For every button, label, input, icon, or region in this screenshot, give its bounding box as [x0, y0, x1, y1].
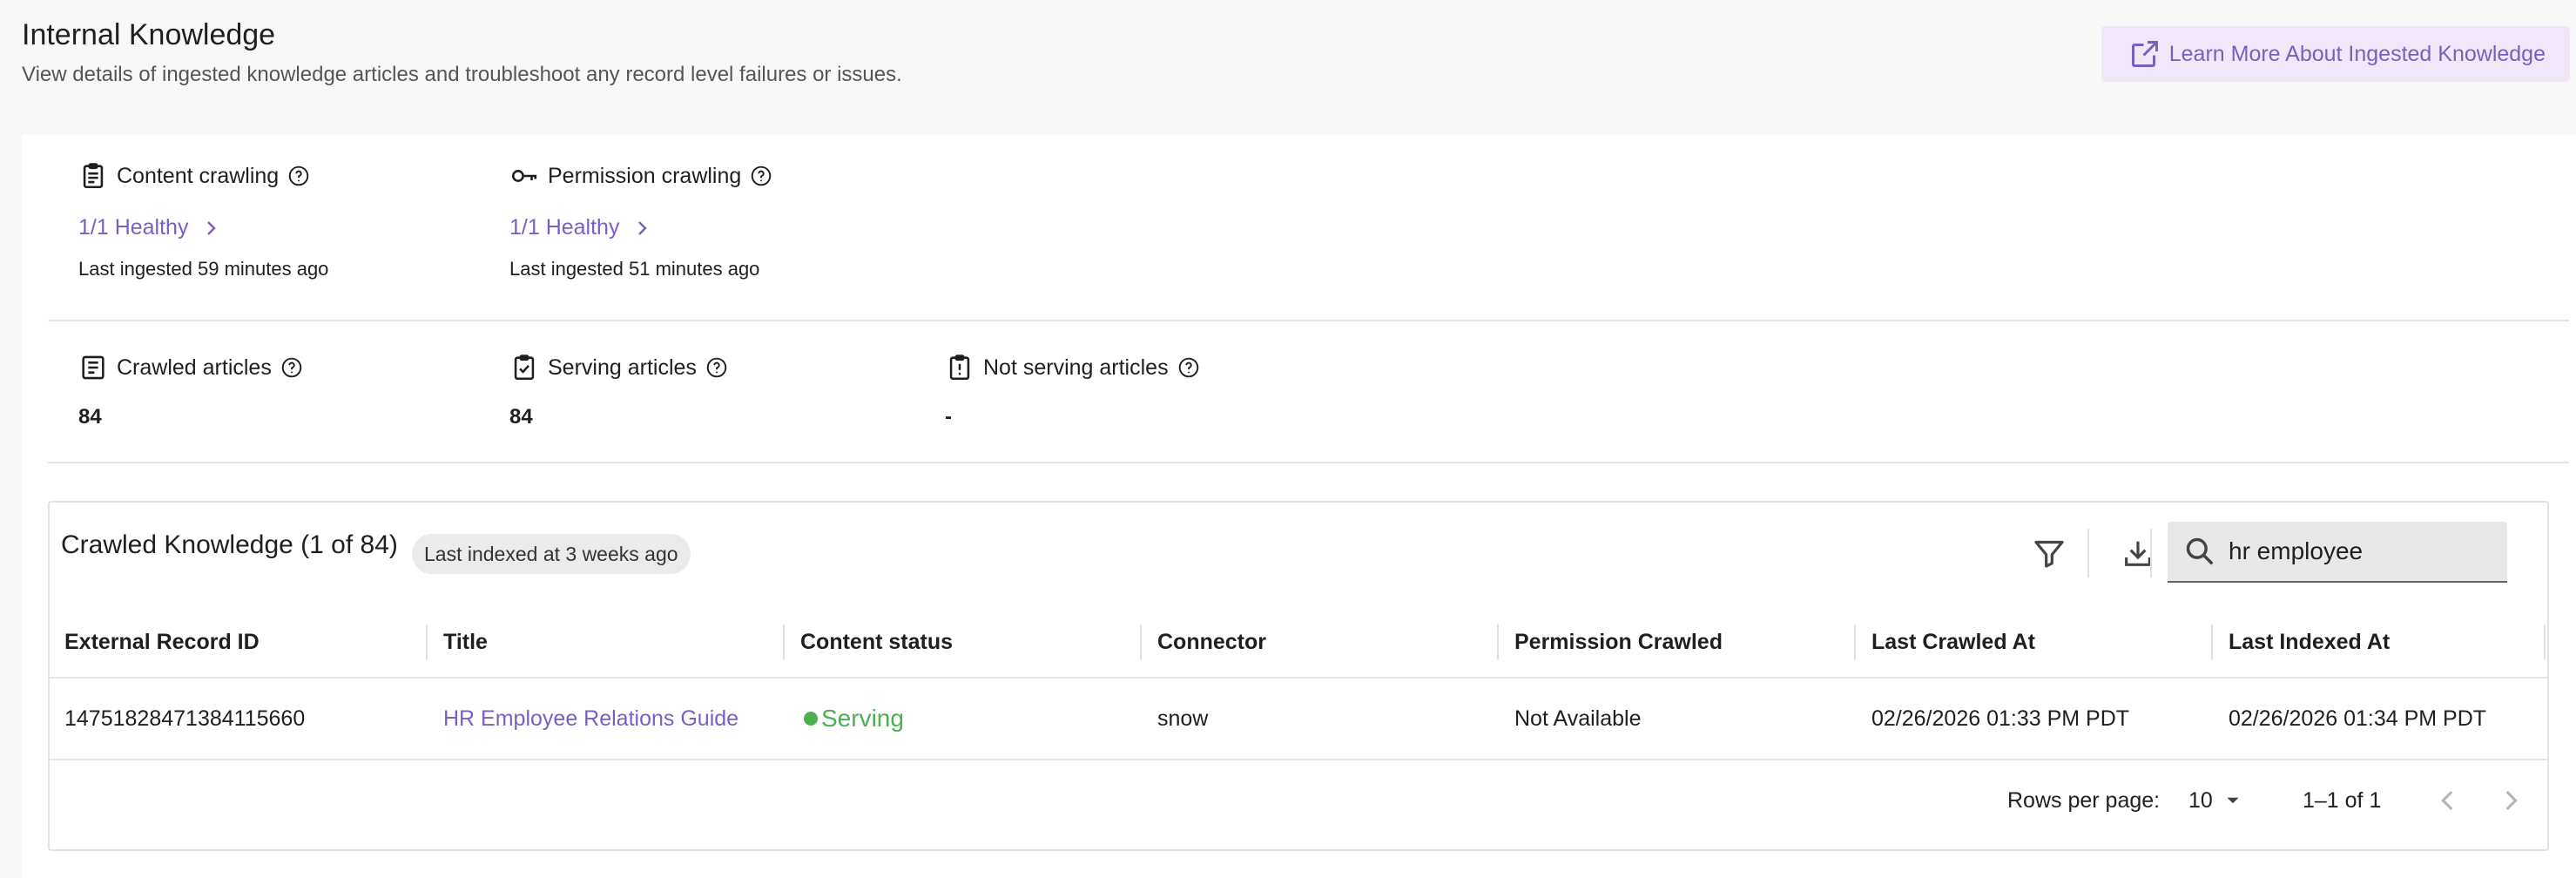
content-status-text: Serving [821, 705, 904, 732]
help-icon[interactable] [705, 356, 728, 379]
next-page-button[interactable] [2492, 781, 2530, 820]
search-icon [2186, 537, 2214, 565]
rows-per-page-value: 10 [2188, 787, 2213, 813]
page-title: Internal Knowledge [22, 18, 276, 51]
table-pagination: Rows per page: 10 1–1 of 1 [50, 760, 2547, 841]
serving-articles-label: Serving articles [548, 355, 697, 380]
content-crawling-label: Content crawling [117, 163, 280, 188]
permission-crawling-status-link[interactable]: 1/1 Healthy [509, 215, 772, 240]
column-resize-handle[interactable] [1140, 625, 1142, 659]
content-last-ingested: Last ingested 59 minutes ago [78, 258, 329, 280]
article-icon [82, 355, 105, 380]
cell-title-link[interactable]: HR Employee Relations Guide [443, 679, 738, 759]
help-icon[interactable] [1177, 356, 1200, 379]
column-header-record-id[interactable]: External Record ID [64, 607, 260, 677]
rows-per-page-select[interactable]: 10 [2188, 760, 2244, 841]
clipboard-alert-icon [949, 355, 970, 381]
summary-card: Content crawling 1/1 Healthy Last ingest… [22, 135, 2576, 878]
crawled-articles-metric: Crawled articles 84 [78, 353, 303, 429]
last-indexed-badge: Last indexed at 3 weeks ago [412, 534, 691, 574]
caret-down-icon [2227, 797, 2239, 804]
column-resize-handle[interactable] [2544, 625, 2546, 659]
column-header-connector[interactable]: Connector [1157, 607, 1266, 677]
filter-icon [2034, 540, 2064, 568]
column-resize-handle[interactable] [1854, 625, 1856, 659]
section-divider [48, 462, 2569, 463]
help-icon[interactable] [287, 165, 310, 187]
learn-more-label: Learn More About Ingested Knowledge [2168, 41, 2546, 66]
serving-articles-count: 84 [509, 405, 533, 429]
column-resize-handle[interactable] [1497, 625, 1499, 659]
help-icon[interactable] [750, 165, 772, 187]
rows-per-page-label: Rows per page: [2007, 787, 2161, 813]
column-resize-handle[interactable] [2211, 625, 2213, 659]
cell-last-crawled: 02/26/2026 01:33 PM PDT [1871, 706, 2130, 731]
cell-connector: snow [1157, 706, 1209, 731]
permission-crawling-metric: Permission crawling 1/1 Healthy Last ing… [509, 161, 772, 280]
help-icon[interactable] [280, 356, 303, 379]
crawled-knowledge-table: Crawled Knowledge (1 of 84) Last indexed… [48, 501, 2549, 851]
column-resize-handle[interactable] [426, 625, 428, 659]
permission-crawling-label: Permission crawling [548, 163, 742, 188]
cell-permission-crawled: Not Available [1514, 706, 1642, 731]
key-icon [511, 170, 537, 182]
column-header-content-status[interactable]: Content status [800, 607, 953, 677]
page-header: Internal Knowledge View details of inges… [22, 16, 902, 89]
chevron-left-icon [2441, 790, 2453, 811]
section-divider [48, 320, 2569, 321]
cell-last-indexed: 02/26/2026 01:34 PM PDT [2229, 706, 2487, 731]
table-row: 14751828471384115660 HR Employee Relatio… [50, 679, 2547, 760]
column-resize-handle[interactable] [783, 625, 785, 659]
column-header-title[interactable]: Title [443, 607, 488, 677]
previous-page-button[interactable] [2429, 781, 2467, 820]
cell-content-status: Serving [804, 679, 904, 759]
cell-record-id: 14751828471384115660 [64, 706, 306, 731]
content-crawling-status: 1/1 Healthy [78, 215, 189, 240]
permission-crawling-status: 1/1 Healthy [509, 215, 620, 240]
not-serving-articles-metric: Not serving articles - [945, 353, 1200, 429]
chevron-right-icon [207, 220, 217, 235]
crawled-articles-count: 84 [78, 405, 102, 429]
crawled-articles-label: Crawled articles [117, 355, 272, 380]
toolbar-separator [2150, 529, 2152, 577]
content-crawling-status-link[interactable]: 1/1 Healthy [78, 215, 328, 240]
permission-last-ingested: Last ingested 51 minutes ago [509, 258, 760, 280]
page-subtitle: View details of ingested knowledge artic… [22, 63, 902, 86]
learn-more-button[interactable]: Learn More About Ingested Knowledge [2101, 26, 2570, 82]
open-in-new-icon [2131, 41, 2158, 67]
column-header-permission-crawled[interactable]: Permission Crawled [1514, 607, 1723, 677]
search-input[interactable] [2227, 537, 2492, 566]
download-button[interactable] [2117, 532, 2159, 574]
column-header-last-indexed[interactable]: Last Indexed At [2229, 607, 2390, 677]
table-title: Crawled Knowledge (1 of 84) [61, 530, 398, 559]
column-header-last-crawled[interactable]: Last Crawled At [1871, 607, 2035, 677]
serving-articles-metric: Serving articles 84 [509, 353, 728, 429]
clipboard-check-icon [514, 355, 535, 381]
clipboard-icon [83, 163, 104, 189]
toolbar-separator [2087, 529, 2089, 577]
not-serving-articles-count: - [945, 405, 952, 429]
table-header: External Record ID Title Content status … [50, 607, 2547, 679]
search-field[interactable] [2168, 522, 2507, 583]
filter-button[interactable] [2028, 532, 2070, 574]
pagination-range: 1–1 of 1 [2303, 787, 2382, 813]
content-crawling-metric: Content crawling 1/1 Healthy Last ingest… [78, 161, 328, 280]
chevron-right-icon [2505, 790, 2518, 811]
status-dot-icon [804, 712, 818, 726]
chevron-right-icon [638, 220, 648, 235]
not-serving-articles-label: Not serving articles [983, 355, 1169, 380]
